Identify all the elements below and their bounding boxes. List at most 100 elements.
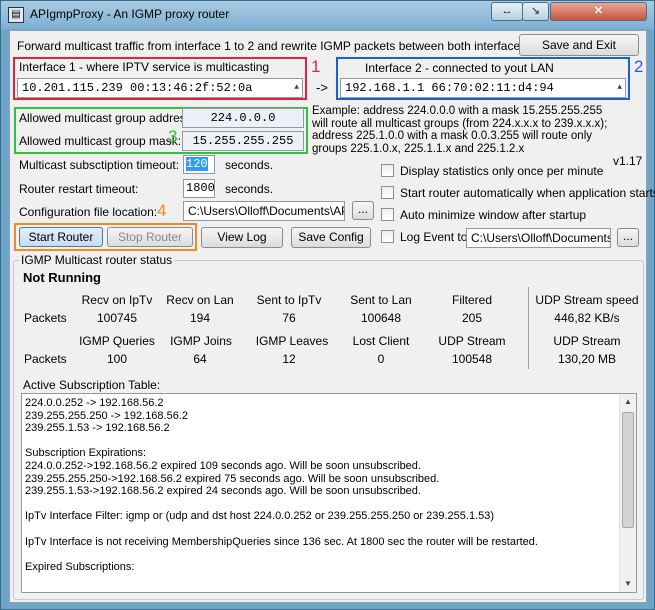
interface2-value: 192.168.1.1 66:70:02:11:d4:94	[345, 81, 554, 95]
subscription-line	[22, 498, 636, 511]
scroll-up-icon[interactable]: ▲	[620, 394, 636, 410]
subscription-line	[22, 548, 636, 561]
group-mask-label: Allowed multicast group mask:	[19, 134, 182, 148]
annotation-3: 3	[168, 127, 178, 146]
start-router-button[interactable]: Start Router	[19, 227, 103, 247]
stat-value: 64	[193, 352, 207, 366]
close-button[interactable]: ✕	[550, 2, 647, 21]
sub-timeout-label: Multicast subsctiption timeout:	[19, 158, 180, 172]
stat-value: 76	[282, 311, 296, 325]
stats-once-checkbox[interactable]	[381, 164, 394, 177]
seconds-label: seconds.	[225, 182, 274, 196]
example-line: Example: address 224.0.0.0 with a mask 1…	[312, 105, 603, 117]
window-title: APIgmpProxy - An IGMP proxy router	[30, 7, 230, 21]
stat-header: IGMP Joins	[170, 334, 232, 348]
stat-value: 12	[282, 352, 296, 366]
title-bar[interactable]: ▤ APIgmpProxy - An IGMP proxy router ↔ ↘…	[1, 1, 654, 29]
annotation-1: 1	[311, 57, 321, 76]
swap-icon: ↔	[501, 5, 513, 17]
subscription-line: Subscription Expirations:	[25, 447, 147, 460]
stat-header: IGMP Leaves	[255, 334, 329, 348]
subscription-table-title: Active Subscription Table:	[23, 378, 161, 392]
example-line: address 225.1.0.0 with a mask 0.0.3.255 …	[312, 130, 592, 143]
stat-header: UDP Stream	[553, 334, 621, 348]
sub-timeout-value: 120	[186, 157, 208, 171]
auto-start-label: Start router automatically when applicat…	[400, 186, 655, 200]
subscription-line: 239.255.255.250->192.168.56.2 expired 75…	[25, 472, 440, 485]
swap-layout-button[interactable]: ↔	[491, 2, 523, 21]
subscription-line: Expired Subscriptions:	[25, 560, 135, 573]
restart-timeout-input[interactable]: 1800	[183, 179, 215, 198]
subscription-line: 224.0.0.252 -> 192.168.56.2	[25, 397, 164, 409]
log-event-checkbox[interactable]	[381, 230, 394, 243]
stat-value: 100648	[360, 311, 402, 325]
close-icon: ✕	[593, 5, 604, 17]
stat-value: 100548	[451, 352, 493, 366]
config-location-label: Configuration file location:	[19, 205, 158, 219]
status-group-title: IGMP Multicast router status	[19, 253, 175, 267]
subscription-line: 239.255.1.53 -> 192.168.56.2	[25, 422, 170, 435]
subscription-line	[22, 523, 636, 536]
stat-header: Recv on IpTv	[81, 293, 153, 307]
scroll-thumb[interactable]	[622, 412, 634, 528]
sub-timeout-input[interactable]: 120	[183, 155, 215, 174]
restart-timeout-label: Router restart timeout:	[19, 182, 139, 196]
subscription-line: 224.0.0.252->192.168.56.2 expired 109 se…	[25, 459, 421, 472]
subscription-lines: 224.0.0.252 -> 192.168.56.2 239.255.255.2…	[22, 394, 636, 573]
app-window: ▤ APIgmpProxy - An IGMP proxy router ↔ ↘…	[0, 0, 655, 610]
interface2-select[interactable]: 192.168.1.1 66:70:02:11:d4:94 ▲▼	[340, 78, 626, 98]
save-exit-button[interactable]: Save and Exit	[519, 34, 639, 56]
stat-value: 100745	[96, 311, 138, 325]
description-text: Forward multicast traffic from interface…	[17, 39, 527, 53]
scroll-down-icon[interactable]: ▼	[620, 576, 636, 592]
auto-minimize-checkbox[interactable]	[381, 208, 394, 221]
stat-value: 446,82 KB/s	[554, 311, 620, 325]
config-location-input[interactable]: C:\Users\Olloff\Documents\APIg	[183, 201, 345, 221]
stat-header: UDP Stream speed	[535, 293, 639, 307]
auto-start-checkbox[interactable]	[381, 186, 394, 199]
network-icon: ▤	[8, 7, 24, 23]
resize-button[interactable]: ↘	[522, 2, 549, 21]
vertical-scrollbar[interactable]: ▲ ▼	[619, 394, 636, 592]
seconds-label: seconds.	[225, 158, 274, 172]
stats-once-label: Display statistics only once per minute	[400, 164, 604, 178]
subscription-line	[22, 435, 636, 448]
subscription-line: 239.255.255.250 -> 192.168.56.2	[25, 409, 189, 422]
stat-header: Filtered	[451, 293, 492, 307]
version-label: v1.17	[613, 154, 643, 168]
group-address-label: Allowed multicast group address:	[19, 111, 196, 125]
example-line: groups 225.1.0.x, 225.1.1.x and 225.1.2.…	[312, 142, 525, 155]
config-browse-button[interactable]: ...	[352, 201, 374, 220]
view-log-button[interactable]: View Log	[201, 227, 283, 248]
log-path-input[interactable]: C:\Users\Olloff\Documents\A	[466, 228, 611, 248]
interface2-label: Interface 2 - connected to yout LAN	[365, 61, 554, 75]
stop-router-button[interactable]: Stop Router	[107, 227, 193, 247]
stat-header: Sent to Lan	[350, 293, 412, 307]
subscription-line: 239.255.1.53->192.168.56.2 expired 24 se…	[25, 485, 421, 498]
log-browse-button[interactable]: ...	[617, 228, 639, 247]
subscription-log[interactable]: 224.0.0.252 -> 192.168.56.2 239.255.255.2…	[21, 393, 637, 593]
interface1-label: Interface 1 - where IPTV service is mult…	[19, 60, 270, 74]
spinner-icon: ▲▼	[617, 83, 622, 92]
stat-header: Lost Client	[352, 334, 410, 348]
stat-header: UDP Stream	[438, 334, 506, 348]
annotation-2: 2	[634, 57, 644, 76]
auto-minimize-label: Auto minimize window after startup	[400, 208, 587, 222]
stat-value: 0	[377, 352, 385, 366]
annotation-4: 4	[157, 201, 167, 220]
log-event-label: Log Event to:	[400, 230, 471, 244]
stats-divider	[528, 287, 529, 369]
save-config-button[interactable]: Save Config	[291, 227, 371, 248]
group-address-input[interactable]: 224.0.0.0	[182, 108, 304, 128]
arrow-text: ->	[316, 80, 328, 95]
main-panel: Forward multicast traffic from interface…	[9, 30, 655, 603]
interface1-select[interactable]: 10.201.115.239 00:13:46:2f:52:0a ▲▼	[17, 78, 303, 98]
interface1-value: 10.201.115.239 00:13:46:2f:52:0a	[22, 81, 253, 95]
subscription-line: IpTv Interface is not receiving Membersh…	[25, 535, 538, 548]
group-mask-input[interactable]: 15.255.255.255	[182, 131, 304, 151]
example-text: Example: address 224.0.0.0 with a mask 1…	[312, 105, 607, 155]
stat-value: 100	[106, 352, 128, 366]
router-state: Not Running	[23, 270, 101, 285]
stat-header: Recv on Lan	[166, 293, 234, 307]
stat-header: Sent to IpTv	[256, 293, 322, 307]
